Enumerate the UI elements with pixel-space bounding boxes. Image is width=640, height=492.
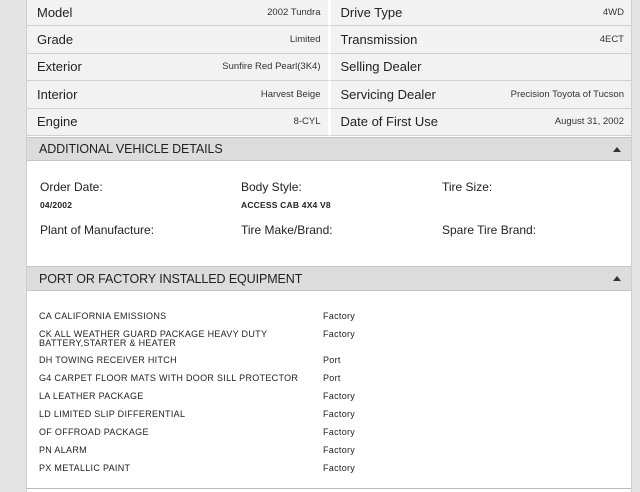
spec-cell-exterior: Exterior Sunfire Red Pearl(3K4) (27, 53, 331, 82)
spec-label: Grade (37, 32, 74, 48)
detail-label: Order Date: (40, 180, 103, 194)
spec-label: Model (37, 4, 73, 20)
spec-cell-model: Model 2002 Tundra (27, 0, 331, 27)
spec-label: Engine (37, 114, 78, 130)
detail-label: Tire Make/Brand: (241, 223, 333, 237)
spec-cell-engine: Engine 8-CYL (27, 108, 331, 136)
equipment-source: Port (323, 373, 341, 383)
vehicle-details-page: Model 2002 Tundra Drive Type 4WD Grade L… (26, 0, 632, 492)
equipment-name: PX METALLIC PAINT (39, 463, 131, 473)
equipment-row: CA CALIFORNIA EMISSIONS Factory (27, 312, 355, 321)
vehicle-spec-grid: Model 2002 Tundra Drive Type 4WD Grade L… (27, 0, 631, 136)
section-divider (27, 488, 631, 489)
equipment-name: CK ALL WEATHER GUARD PACKAGE HEAVY DUTY … (39, 329, 268, 348)
spec-row-exterior: Exterior Sunfire Red Pearl(3K4) Selling … (27, 53, 631, 82)
equipment-name: G4 CARPET FLOOR MATS WITH DOOR SILL PROT… (39, 373, 299, 383)
detail-label: Body Style: (241, 180, 302, 194)
spec-value: Precision Toyota of Tucson (510, 88, 624, 100)
equipment-source: Factory (323, 463, 356, 473)
detail-spare-tire-brand: Spare Tire Brand: (442, 223, 536, 243)
equipment-name: DH TOWING RECEIVER HITCH (39, 355, 177, 365)
equipment-row: G4 CARPET FLOOR MATS WITH DOOR SILL PROT… (27, 374, 341, 383)
equipment-row: PX METALLIC PAINT Factory (27, 464, 355, 473)
spec-value: Limited (289, 34, 321, 46)
equipment-row: OF OFFROAD PACKAGE Factory (27, 428, 355, 437)
section-title: PORT OR FACTORY INSTALLED EQUIPMENT (39, 271, 303, 286)
spec-label: Drive Type (340, 4, 403, 20)
detail-order-date: Order Date: 04/2002 (40, 180, 103, 210)
installed-equipment-header[interactable]: PORT OR FACTORY INSTALLED EQUIPMENT (27, 266, 631, 291)
equipment-row: CK ALL WEATHER GUARD PACKAGE HEAVY DUTY … (27, 330, 355, 348)
spec-value: Harvest Beige (260, 88, 321, 100)
equipment-source: Factory (323, 311, 356, 321)
spec-cell-interior: Interior Harvest Beige (27, 81, 331, 109)
detail-value: 04/2002 (40, 200, 73, 210)
spec-row-interior: Interior Harvest Beige Servicing Dealer … (27, 81, 631, 109)
equipment-source: Port (323, 355, 341, 365)
equipment-name: CA CALIFORNIA EMISSIONS (39, 311, 167, 321)
equipment-name: OF OFFROAD PACKAGE (39, 427, 149, 437)
spec-label: Date of First Use (340, 114, 439, 130)
equipment-source: Factory (323, 445, 356, 455)
spec-value: Sunfire Red Pearl(3K4) (222, 61, 321, 73)
detail-tire-make-brand: Tire Make/Brand: (241, 223, 333, 243)
spec-label: Exterior (37, 59, 82, 75)
spec-value: 8-CYL (293, 116, 321, 128)
detail-value: ACCESS CAB 4X4 V8 (241, 200, 331, 210)
spec-value: 4ECT (599, 34, 624, 46)
equipment-row: PN ALARM Factory (27, 446, 355, 455)
additional-details-panel: Order Date: 04/2002 Body Style: ACCESS C… (27, 161, 631, 266)
equipment-name: PN ALARM (39, 445, 87, 455)
equipment-source: Factory (323, 427, 356, 437)
equipment-row: LD LIMITED SLIP DIFFERENTIAL Factory (27, 410, 355, 419)
spec-cell-servicing-dealer: Servicing Dealer Precision Toyota of Tuc… (330, 81, 631, 109)
spec-label: Transmission (340, 32, 418, 48)
spec-value: August 31, 2002 (554, 116, 624, 128)
equipment-source: Factory (323, 329, 356, 339)
equipment-row: DH TOWING RECEIVER HITCH Port (27, 356, 341, 365)
spec-cell-selling-dealer: Selling Dealer (330, 53, 631, 82)
spec-value: 4WD (602, 6, 624, 18)
spec-label: Interior (37, 86, 78, 102)
spec-label: Servicing Dealer (340, 86, 436, 102)
equipment-source: Factory (323, 409, 356, 419)
equipment-row: LA LEATHER PACKAGE Factory (27, 392, 355, 401)
spec-label: Selling Dealer (340, 59, 422, 75)
detail-plant-of-manufacture: Plant of Manufacture: (40, 223, 154, 243)
section-title: ADDITIONAL VEHICLE DETAILS (39, 142, 223, 156)
spec-cell-drive-type: Drive Type 4WD (330, 0, 631, 27)
spec-row-grade: Grade Limited Transmission 4ECT (27, 26, 631, 54)
detail-label: Plant of Manufacture: (40, 223, 155, 237)
equipment-name: LA LEATHER PACKAGE (39, 391, 144, 401)
equipment-source: Factory (323, 391, 356, 401)
detail-body-style: Body Style: ACCESS CAB 4X4 V8 (241, 180, 331, 210)
equipment-name: LD LIMITED SLIP DIFFERENTIAL (39, 409, 186, 419)
detail-label: Spare Tire Brand: (442, 223, 537, 237)
spec-cell-transmission: Transmission 4ECT (330, 26, 631, 54)
spec-value: 2002 Tundra (267, 6, 321, 18)
caret-up-icon[interactable] (613, 146, 621, 152)
detail-tire-size: Tire Size: (442, 180, 492, 200)
caret-up-icon[interactable] (613, 276, 621, 281)
detail-label: Tire Size: (442, 180, 493, 194)
additional-details-header[interactable]: ADDITIONAL VEHICLE DETAILS (27, 137, 631, 161)
spec-row-engine: Engine 8-CYL Date of First Use August 31… (27, 108, 631, 136)
spec-cell-grade: Grade Limited (27, 26, 331, 54)
spec-row-model: Model 2002 Tundra Drive Type 4WD (27, 0, 631, 27)
spec-cell-date-of-first-use: Date of First Use August 31, 2002 (330, 108, 631, 136)
